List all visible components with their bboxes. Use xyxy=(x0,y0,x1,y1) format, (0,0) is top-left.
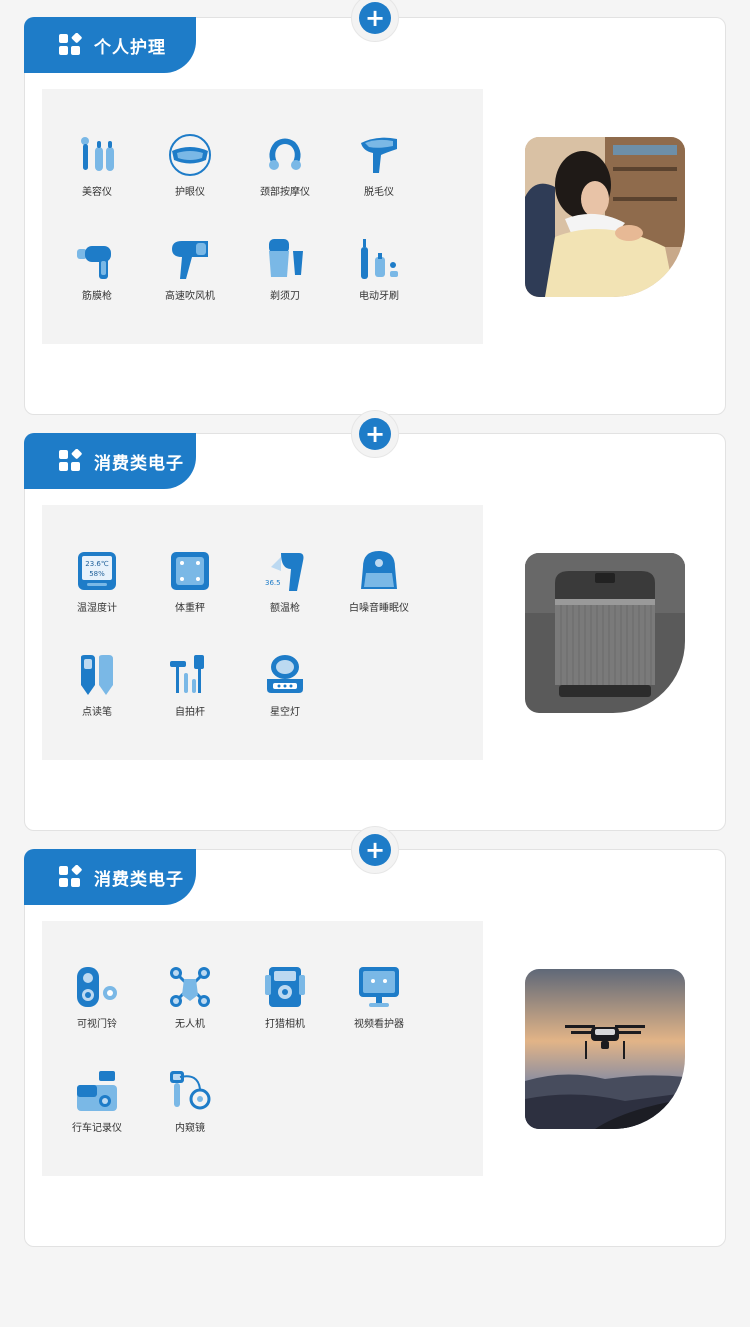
speaker-photo xyxy=(525,553,685,713)
category-card: + 消费类电子可视门铃 无人机 打猎相机 视频看护器行车记录仪 内窥镜 xyxy=(24,826,726,1247)
product-label: 温湿度计 xyxy=(77,603,117,614)
plus-icon: + xyxy=(359,834,391,866)
beauty-device-icon xyxy=(75,133,119,177)
hair-dryer-icon xyxy=(168,237,212,281)
product-label: 高速吹风机 xyxy=(165,291,215,302)
trail-camera-icon xyxy=(263,965,307,1009)
product-item[interactable]: 美容仪 xyxy=(47,133,147,198)
category-tag: 个人护理 xyxy=(24,17,196,73)
expand-button[interactable]: + xyxy=(351,0,399,42)
product-item[interactable]: 白噪音睡眠仪 xyxy=(329,549,429,614)
product-item[interactable]: 体重秤 xyxy=(140,549,240,614)
star-projector-icon xyxy=(263,653,307,697)
product-label: 点读笔 xyxy=(82,707,112,718)
product-item[interactable]: 无人机 xyxy=(140,965,240,1030)
product-item[interactable]: 高速吹风机 xyxy=(140,237,240,302)
category-title: 消费类电子 xyxy=(94,453,184,474)
woman-neck-massager-photo xyxy=(525,137,685,297)
apps-grid-icon xyxy=(58,449,82,473)
product-item[interactable]: 自拍杆 xyxy=(140,653,240,718)
category-card: + 个人护理美容仪 护眼仪 颈部按摩仪 脱毛仪筋膜枪 高速吹风机 剃须刀 电动牙刷 xyxy=(24,0,726,415)
drone-icon xyxy=(168,965,212,1009)
drone-photo xyxy=(525,969,685,1129)
endoscope-icon xyxy=(168,1069,212,1113)
product-item[interactable]: 颈部按摩仪 xyxy=(235,133,335,198)
category-tag: 消费类电子 xyxy=(24,433,196,489)
product-item[interactable]: 视频看护器 xyxy=(329,965,429,1030)
product-item[interactable]: 额温枪 xyxy=(235,549,335,614)
product-label: 打猎相机 xyxy=(265,1019,305,1030)
woman-neck-massager-photo-image xyxy=(525,137,685,297)
product-label: 行车记录仪 xyxy=(72,1123,122,1134)
drone-photo-image xyxy=(525,969,685,1129)
hygrometer-icon xyxy=(75,549,119,593)
product-item[interactable]: 剃须刀 xyxy=(235,237,335,302)
white-noise-icon xyxy=(357,549,401,593)
product-label: 剃须刀 xyxy=(270,291,300,302)
product-item[interactable]: 筋膜枪 xyxy=(47,237,147,302)
product-grid: 可视门铃 无人机 打猎相机 视频看护器行车记录仪 内窥镜 xyxy=(42,921,483,1176)
product-item[interactable]: 星空灯 xyxy=(235,653,335,718)
thermometer-gun-icon xyxy=(263,549,307,593)
shaver-icon xyxy=(263,237,307,281)
category-card: + 消费类电子温湿度计 体重秤 额温枪 白噪音睡眠仪点读笔 自拍杆 星空灯 xyxy=(24,410,726,831)
product-label: 脱毛仪 xyxy=(364,187,394,198)
hair-removal-icon xyxy=(357,133,401,177)
product-grid: 美容仪 护眼仪 颈部按摩仪 脱毛仪筋膜枪 高速吹风机 剃须刀 电动牙刷 xyxy=(42,89,483,344)
product-label: 电动牙刷 xyxy=(359,291,399,302)
product-item[interactable]: 温湿度计 xyxy=(47,549,147,614)
plus-icon: + xyxy=(359,418,391,450)
baby-monitor-icon xyxy=(357,965,401,1009)
dash-cam-icon xyxy=(75,1069,119,1113)
category-title: 个人护理 xyxy=(94,37,166,58)
apps-grid-icon xyxy=(58,865,82,889)
product-label: 额温枪 xyxy=(270,603,300,614)
product-label: 无人机 xyxy=(175,1019,205,1030)
product-item[interactable]: 行车记录仪 xyxy=(47,1069,147,1134)
product-label: 视频看护器 xyxy=(354,1019,404,1030)
product-item[interactable]: 护眼仪 xyxy=(140,133,240,198)
video-doorbell-icon xyxy=(75,965,119,1009)
product-label: 星空灯 xyxy=(270,707,300,718)
product-label: 护眼仪 xyxy=(175,187,205,198)
product-label: 体重秤 xyxy=(175,603,205,614)
product-label: 美容仪 xyxy=(82,187,112,198)
product-item[interactable]: 点读笔 xyxy=(47,653,147,718)
reading-pen-icon xyxy=(75,653,119,697)
product-label: 白噪音睡眠仪 xyxy=(349,603,409,614)
product-item[interactable]: 可视门铃 xyxy=(47,965,147,1030)
massage-gun-icon xyxy=(75,237,119,281)
scale-icon xyxy=(168,549,212,593)
speaker-photo-image xyxy=(525,553,685,713)
product-item[interactable]: 电动牙刷 xyxy=(329,237,429,302)
product-item[interactable]: 脱毛仪 xyxy=(329,133,429,198)
product-item[interactable]: 内窥镜 xyxy=(140,1069,240,1134)
neck-massager-icon xyxy=(263,133,307,177)
expand-button[interactable]: + xyxy=(351,410,399,458)
product-label: 筋膜枪 xyxy=(82,291,112,302)
apps-grid-icon xyxy=(58,33,82,57)
electric-toothbrush-icon xyxy=(357,237,401,281)
product-label: 内窥镜 xyxy=(175,1123,205,1134)
category-tag: 消费类电子 xyxy=(24,849,196,905)
eye-massager-icon xyxy=(168,133,212,177)
product-label: 颈部按摩仪 xyxy=(260,187,310,198)
plus-icon: + xyxy=(359,2,391,34)
product-label: 可视门铃 xyxy=(77,1019,117,1030)
expand-button[interactable]: + xyxy=(351,826,399,874)
selfie-stick-icon xyxy=(168,653,212,697)
product-item[interactable]: 打猎相机 xyxy=(235,965,335,1030)
product-grid: 温湿度计 体重秤 额温枪 白噪音睡眠仪点读笔 自拍杆 星空灯 xyxy=(42,505,483,760)
category-title: 消费类电子 xyxy=(94,869,184,890)
product-label: 自拍杆 xyxy=(175,707,205,718)
